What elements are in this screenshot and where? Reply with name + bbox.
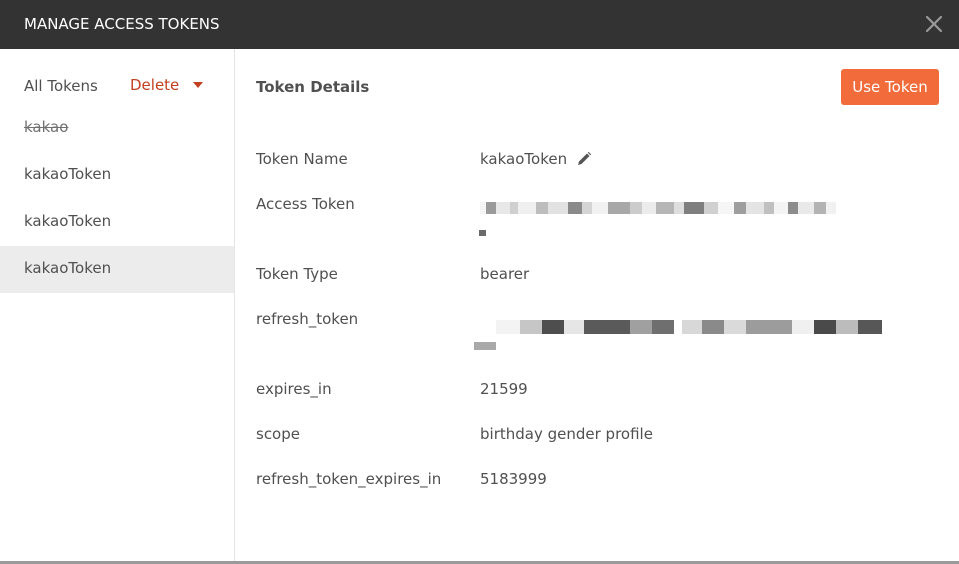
refresh-token-expires-in-value: 5183999 bbox=[480, 470, 547, 488]
expires-in-value: 21599 bbox=[480, 380, 528, 398]
manage-access-tokens-modal: MANAGE ACCESS TOKENS All Tokens Delete k… bbox=[0, 0, 959, 564]
token-details-panel: Token Details Use Token Token Name kakao… bbox=[236, 49, 959, 561]
access-token-label: Access Token bbox=[256, 195, 355, 213]
delete-dropdown-caret-icon[interactable] bbox=[193, 82, 203, 88]
tokens-sidebar: All Tokens Delete kakao kakaoToken kakao… bbox=[0, 49, 235, 561]
token-list-item-label: kakaoToken bbox=[24, 212, 112, 230]
refresh-token-value-redacted-tail bbox=[474, 342, 496, 350]
modal-title: MANAGE ACCESS TOKENS bbox=[24, 15, 220, 33]
close-icon[interactable] bbox=[922, 12, 946, 36]
token-list-item-selected[interactable]: kakaoToken bbox=[0, 246, 234, 293]
token-details-title: Token Details bbox=[256, 78, 370, 96]
token-list-item-label: kakaoToken bbox=[24, 165, 112, 183]
token-list-item-label: kakao bbox=[24, 118, 69, 136]
token-type-label: Token Type bbox=[256, 265, 338, 283]
token-list-item[interactable]: kakao bbox=[0, 105, 234, 152]
pencil-icon[interactable] bbox=[576, 151, 592, 167]
delete-button[interactable]: Delete bbox=[130, 76, 179, 94]
all-tokens-heading: All Tokens bbox=[24, 77, 98, 95]
access-token-value-redacted bbox=[480, 202, 888, 214]
scope-label: scope bbox=[256, 425, 300, 443]
token-list-item[interactable]: kakaoToken bbox=[0, 199, 234, 246]
modal-header: MANAGE ACCESS TOKENS bbox=[0, 0, 959, 49]
scope-value: birthday gender profile bbox=[480, 425, 653, 443]
token-name-value: kakaoToken bbox=[480, 150, 568, 168]
token-name-label: Token Name bbox=[256, 150, 348, 168]
refresh-token-label: refresh_token bbox=[256, 310, 359, 328]
access-token-value-redacted-tail bbox=[479, 230, 486, 236]
refresh-token-expires-in-label: refresh_token_expires_in bbox=[256, 470, 442, 488]
token-type-value: bearer bbox=[480, 265, 530, 283]
use-token-button[interactable]: Use Token bbox=[841, 69, 939, 105]
refresh-token-value-redacted bbox=[496, 320, 907, 334]
expires-in-label: expires_in bbox=[256, 380, 332, 398]
token-list-item[interactable]: kakaoToken bbox=[0, 152, 234, 199]
token-list-item-label: kakaoToken bbox=[24, 259, 112, 277]
